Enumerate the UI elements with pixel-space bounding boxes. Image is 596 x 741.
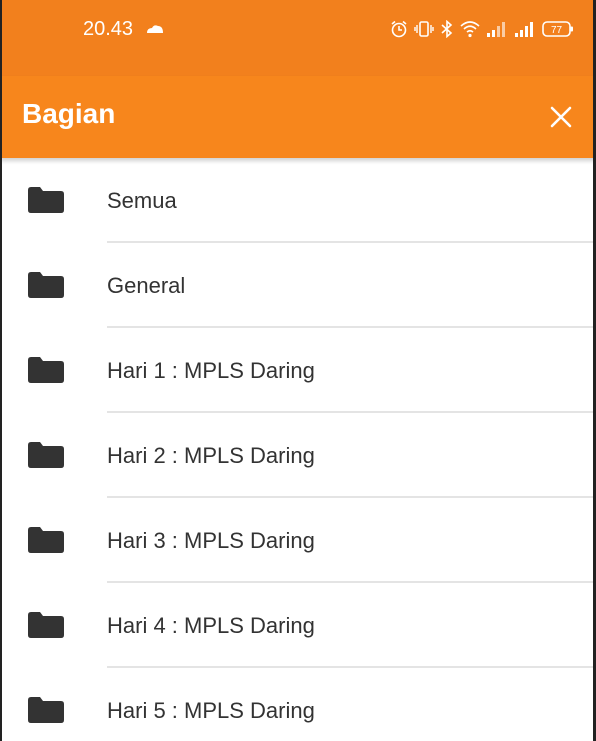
- battery-icon: 77: [542, 20, 574, 38]
- section-item-label: Hari 2 : MPLS Daring: [107, 443, 315, 468]
- screenshot-border-left: [0, 0, 2, 741]
- section-item-label: General: [107, 273, 186, 298]
- section-item-hari-3[interactable]: Hari 3 : MPLS Daring: [0, 498, 596, 583]
- bluetooth-icon: [440, 20, 454, 38]
- status-time: 20.43: [83, 18, 134, 40]
- folder-icon: [28, 442, 64, 473]
- section-item-semua[interactable]: Semua: [0, 158, 596, 243]
- folder-icon: [28, 272, 64, 303]
- status-bar: 20.43 77: [0, 0, 596, 76]
- section-item-label: Hari 3 : MPLS Daring: [107, 528, 315, 553]
- signal-icon-sim1: [486, 20, 508, 38]
- section-item-hari-4[interactable]: Hari 4 : MPLS Daring: [0, 583, 596, 668]
- folder-icon: [28, 357, 64, 388]
- section-item-label: Hari 5 : MPLS Daring: [107, 698, 315, 723]
- battery-level: 77: [551, 25, 563, 36]
- app-bar: Bagian: [0, 76, 596, 158]
- section-item-hari-1[interactable]: Hari 1 : MPLS Daring: [0, 328, 596, 413]
- close-icon: [550, 106, 572, 128]
- section-item-label: Hari 1 : MPLS Daring: [107, 358, 315, 383]
- section-item-general[interactable]: General: [0, 243, 596, 328]
- section-item-label: Hari 4 : MPLS Daring: [107, 613, 315, 638]
- section-item-label: Semua: [107, 188, 177, 213]
- folder-icon: [28, 187, 64, 218]
- close-button[interactable]: [540, 96, 582, 138]
- cloud-icon: [145, 22, 165, 40]
- folder-icon: [28, 612, 64, 643]
- vibrate-icon: [414, 20, 434, 38]
- folder-icon: [28, 527, 64, 558]
- section-list: Semua General Hari 1 : MPLS Daring Hari …: [0, 158, 596, 741]
- signal-icon-sim2: [514, 20, 536, 38]
- status-icons: 77: [390, 18, 574, 40]
- alarm-icon: [390, 20, 408, 38]
- section-item-hari-5[interactable]: Hari 5 : MPLS Daring: [0, 668, 596, 741]
- section-item-hari-2[interactable]: Hari 2 : MPLS Daring: [0, 413, 596, 498]
- page-title: Bagian: [22, 98, 116, 129]
- wifi-icon: [460, 20, 480, 38]
- folder-icon: [28, 697, 64, 728]
